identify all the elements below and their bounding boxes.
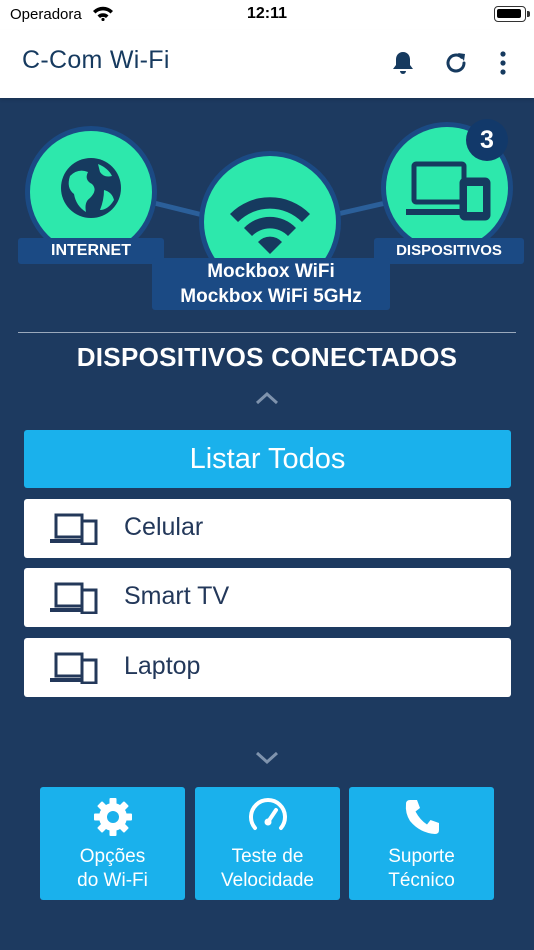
internet-label: INTERNET	[18, 238, 164, 264]
device-name: Smart TV	[124, 582, 230, 610]
refresh-icon[interactable]	[443, 50, 469, 76]
tech-support-button[interactable]: Suporte Técnico	[349, 787, 494, 900]
main-panel: INTERNET DISPOSITIVOS Mockbox WiFi Mockb…	[0, 98, 534, 950]
tile-label-line1: Suporte	[388, 846, 455, 867]
network-name-24ghz: Mockbox WiFi	[207, 261, 335, 282]
status-bar: Operadora 12:11	[0, 0, 534, 30]
device-name: Celular	[124, 513, 204, 541]
tile-label-line1: Teste de	[231, 846, 304, 867]
globe-icon	[61, 158, 121, 218]
device-name: Laptop	[124, 652, 201, 680]
chevron-down-icon[interactable]	[254, 750, 280, 766]
device-icon	[50, 652, 98, 684]
app-bar: C-Com Wi-Fi	[0, 30, 534, 98]
device-list-item[interactable]: Smart TV	[24, 568, 511, 627]
network-name-5ghz: Mockbox WiFi 5GHz	[180, 286, 362, 307]
tile-label-line2: Velocidade	[221, 870, 314, 891]
tile-label: Teste de Velocidade	[195, 845, 340, 893]
tile-label-line2: Técnico	[388, 870, 455, 891]
device-count-badge: 3	[466, 119, 508, 161]
more-vertical-icon[interactable]	[490, 50, 516, 76]
app-title: C-Com Wi-Fi	[22, 46, 170, 74]
tile-label-line1: Opções	[79, 846, 146, 867]
wifi-options-button[interactable]: Opções do Wi-Fi	[40, 787, 185, 900]
bell-icon[interactable]	[390, 50, 416, 76]
devices-label[interactable]: DISPOSITIVOS	[374, 238, 524, 264]
divider	[18, 332, 516, 333]
section-title: DISPOSITIVOS CONECTADOS	[76, 342, 458, 372]
list-all-button[interactable]: Listar Todos	[24, 430, 511, 488]
device-list-item[interactable]: Laptop	[24, 638, 511, 697]
tile-label: Suporte Técnico	[349, 845, 494, 893]
device-icon	[50, 513, 98, 545]
speed-test-button[interactable]: Teste de Velocidade	[195, 787, 340, 900]
chevron-up-icon[interactable]	[254, 390, 280, 406]
tile-label-line2: do Wi-Fi	[77, 870, 148, 891]
tile-label: Opções do Wi-Fi	[40, 845, 185, 893]
device-list-item[interactable]: Celular	[24, 499, 511, 558]
clock: 12:11	[246, 5, 288, 22]
battery-icon	[494, 6, 530, 22]
speedometer-icon	[248, 798, 287, 830]
gear-icon	[93, 798, 132, 836]
network-name-label[interactable]: Mockbox WiFi Mockbox WiFi 5GHz	[152, 258, 390, 310]
phone-icon	[405, 800, 439, 834]
device-icon	[50, 582, 98, 614]
